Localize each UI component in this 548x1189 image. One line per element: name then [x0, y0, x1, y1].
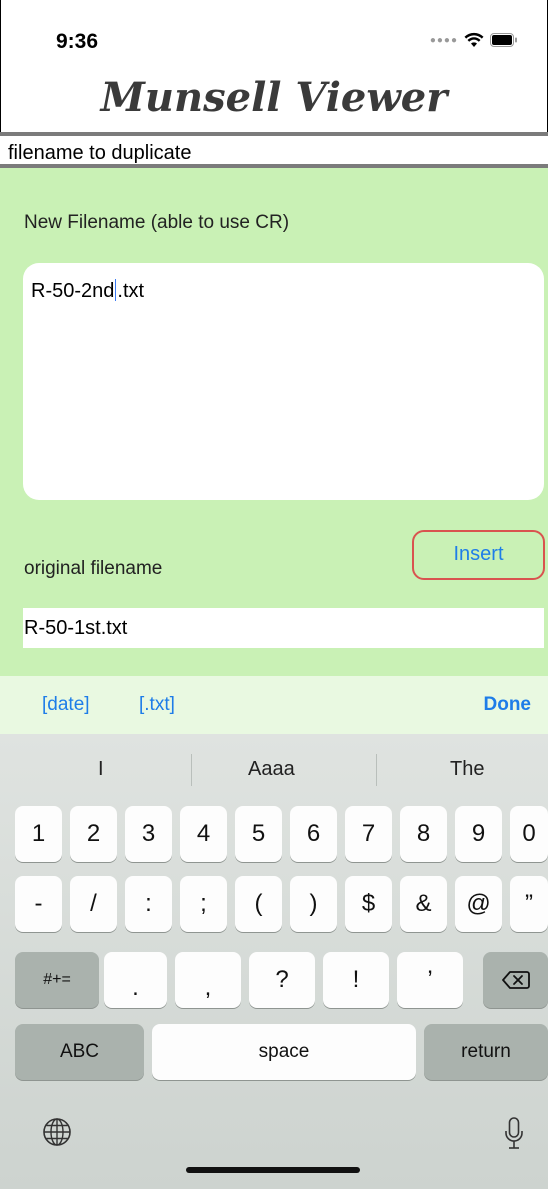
original-filename-label: original filename	[24, 558, 163, 579]
key-dollar[interactable]: $	[345, 876, 392, 932]
abc-key[interactable]: ABC	[15, 1024, 144, 1080]
key-at[interactable]: @	[455, 876, 502, 932]
key-period-label: .	[132, 974, 139, 1001]
key-comma-label: ,	[204, 974, 212, 1001]
status-time: 9:36	[56, 30, 99, 53]
done-button[interactable]: Done	[484, 694, 532, 716]
key-7[interactable]: 7	[345, 806, 392, 862]
key-comma[interactable]: ,	[175, 952, 241, 1008]
symbols-toggle-key[interactable]: #+=	[15, 952, 99, 1008]
wifi-icon	[464, 32, 484, 47]
insert-date-button[interactable]: [date]	[42, 694, 90, 716]
key-period[interactable]: .	[104, 952, 167, 1008]
key-colon[interactable]: :	[125, 876, 172, 932]
key-8[interactable]: 8	[400, 806, 447, 862]
backspace-icon	[501, 971, 530, 989]
suggestion-divider	[376, 754, 377, 786]
key-5[interactable]: 5	[235, 806, 282, 862]
suggestion-3[interactable]: The	[450, 758, 484, 781]
key-0[interactable]: 0	[510, 806, 548, 862]
new-filename-label: New Filename (able to use CR)	[24, 212, 290, 233]
battery-icon	[490, 33, 517, 47]
globe-icon[interactable]	[42, 1117, 72, 1147]
suggestion-2[interactable]: Aaaa	[248, 758, 295, 781]
key-question[interactable]: ?	[249, 952, 315, 1008]
new-filename-textarea[interactable]: R-50-2nd .txt	[23, 263, 544, 500]
key-1[interactable]: 1	[15, 806, 62, 862]
screen-subtitle: filename to duplicate	[8, 142, 192, 164]
status-icons: ●●●●	[430, 32, 518, 48]
app-title: Munsell Viewer	[100, 74, 448, 121]
screen-subtitle-bar: filename to duplicate	[0, 132, 548, 168]
suggestion-1[interactable]: I	[98, 758, 104, 781]
insert-button[interactable]: Insert	[412, 530, 545, 580]
key-hyphen[interactable]: -	[15, 876, 62, 932]
suggestion-divider	[191, 754, 192, 786]
new-filename-text-before-caret: R-50-2nd	[31, 280, 115, 302]
signal-icon: ●●●●	[429, 34, 458, 46]
key-slash[interactable]: /	[70, 876, 117, 932]
key-3[interactable]: 3	[125, 806, 172, 862]
keyboard: I Aaaa The 1 2 3 4 5 6 7 8 9 0 - / : ; (…	[0, 734, 548, 1189]
insert-txt-button[interactable]: [.txt]	[139, 694, 175, 716]
key-2[interactable]: 2	[70, 806, 117, 862]
key-open-paren[interactable]: (	[235, 876, 282, 932]
space-key[interactable]: space	[152, 1024, 416, 1080]
new-filename-text-after-caret: .txt	[117, 280, 145, 302]
key-ampersand[interactable]: &	[400, 876, 447, 932]
key-exclamation[interactable]: !	[323, 952, 389, 1008]
key-4[interactable]: 4	[180, 806, 227, 862]
key-9[interactable]: 9	[455, 806, 502, 862]
duplicate-panel: New Filename (able to use CR) R-50-2nd .t…	[0, 168, 548, 676]
home-indicator[interactable]	[186, 1167, 360, 1173]
status-bar: 9:36 ●●●●	[0, 0, 548, 70]
original-filename-field[interactable]: R-50-1st.txt	[23, 608, 544, 648]
key-semicolon[interactable]: ;	[180, 876, 227, 932]
key-6[interactable]: 6	[290, 806, 337, 862]
key-close-paren[interactable]: )	[290, 876, 337, 932]
microphone-icon[interactable]	[504, 1117, 524, 1151]
keyboard-accessory-bar: [date] [.txt] Done	[0, 676, 548, 734]
return-key[interactable]: return	[424, 1024, 548, 1080]
key-apostrophe[interactable]: ’	[397, 952, 463, 1008]
backspace-key[interactable]	[483, 952, 548, 1008]
key-quote[interactable]: ”	[510, 876, 548, 932]
